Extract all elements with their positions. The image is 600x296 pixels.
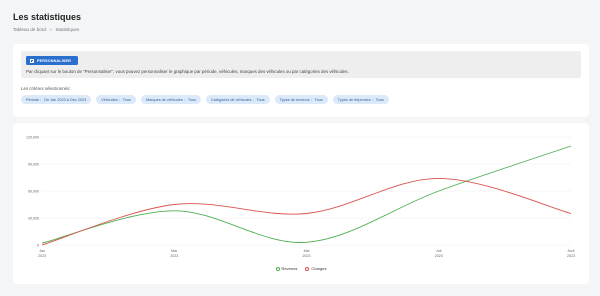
x-tick-label: 2023 xyxy=(170,254,178,258)
x-tick-label: Mar xyxy=(171,249,178,253)
chart-legend: Revenus Charges xyxy=(13,266,589,271)
chip-vehicles[interactable]: Véhicules : Tous xyxy=(96,95,136,104)
line-chart: 030,00060,00090,000120,000Jan2023Mar2023… xyxy=(26,135,575,258)
breadcrumb-separator-icon: › xyxy=(49,27,52,32)
criteria-chips: Période : De Jan 2023 à Dec 2023 Véhicule… xyxy=(21,95,389,104)
chip-key: Catégories de véhicules : xyxy=(210,97,254,102)
series-line-revenus xyxy=(41,145,572,244)
x-tick-label: 2023 xyxy=(435,254,443,258)
page-title: Les statistiques xyxy=(13,12,82,22)
chip-key: Marques de véhicules : xyxy=(145,97,185,102)
criteria-label: Les critères sélectionnés: xyxy=(21,86,71,91)
chip-key: Types de dépenses : xyxy=(337,97,373,102)
x-tick-label: 2023 xyxy=(38,254,46,258)
chip-key: Période : xyxy=(26,97,42,102)
info-text: Par cliquant sur le bouton de "Personnal… xyxy=(26,69,349,74)
x-tick-label: 2023 xyxy=(567,254,575,258)
x-tick-label: Avril xyxy=(568,249,575,253)
legend-label-charges: Charges xyxy=(311,266,327,271)
chip-key: Véhicules : xyxy=(101,97,120,102)
legend-label-revenus: Revenus xyxy=(281,266,298,271)
series-line-charges xyxy=(41,177,572,246)
y-tick-label: 30,000 xyxy=(28,216,39,220)
y-tick-label: 120,000 xyxy=(26,135,39,139)
y-tick-label: 0 xyxy=(37,243,39,247)
filter-icon xyxy=(30,58,34,63)
chip-expense-types[interactable]: Types de dépenses : Tous xyxy=(332,95,389,104)
chip-value: De Jan 2023 à Dec 2023 xyxy=(44,97,87,102)
chip-value: Tous xyxy=(375,97,384,102)
filters-card: PERSONNALISER Par cliquant sur le bouton… xyxy=(13,44,589,117)
x-tick-label: Juil xyxy=(436,249,442,253)
x-tick-label: 2023 xyxy=(303,254,311,258)
x-tick-label: Mai xyxy=(304,249,310,253)
legend-swatch-revenus xyxy=(275,266,280,271)
chip-key: Types de revenus : xyxy=(279,97,312,102)
chip-period[interactable]: Période : De Jan 2023 à Dec 2023 xyxy=(21,95,92,104)
chip-vehicle-categories[interactable]: Catégories de véhicules : Tous xyxy=(205,95,270,104)
personnaliser-button-label: PERSONNALISER xyxy=(37,58,71,63)
chart-card: 0 30,000 60,000 90,000 120,000 Jan 2023 Mar 2023… xyxy=(13,123,589,284)
chip-value: Tous xyxy=(256,97,265,102)
legend-item-charges[interactable]: Charges xyxy=(305,266,326,271)
breadcrumb-item-dashboard[interactable]: Tableau de bord xyxy=(13,27,46,32)
chip-value: Tous xyxy=(122,97,131,102)
breadcrumb: Tableau de bord › Statistiques xyxy=(13,27,79,32)
chip-revenue-types[interactable]: Types de revenus : Tous xyxy=(274,95,328,104)
breadcrumb-item-statistics: Statistiques xyxy=(55,27,80,32)
chip-value: Tous xyxy=(187,97,196,102)
chip-vehicle-brands[interactable]: Marques de véhicules : Tous xyxy=(140,95,201,104)
legend-swatch-charges xyxy=(305,266,310,271)
x-tick-label: Jan xyxy=(39,249,45,253)
chip-value: Tous xyxy=(314,97,323,102)
personnaliser-button[interactable]: PERSONNALISER xyxy=(26,56,78,65)
legend-item-revenus[interactable]: Revenus xyxy=(275,266,298,271)
y-tick-label: 60,000 xyxy=(28,189,39,193)
y-tick-label: 90,000 xyxy=(28,162,39,166)
